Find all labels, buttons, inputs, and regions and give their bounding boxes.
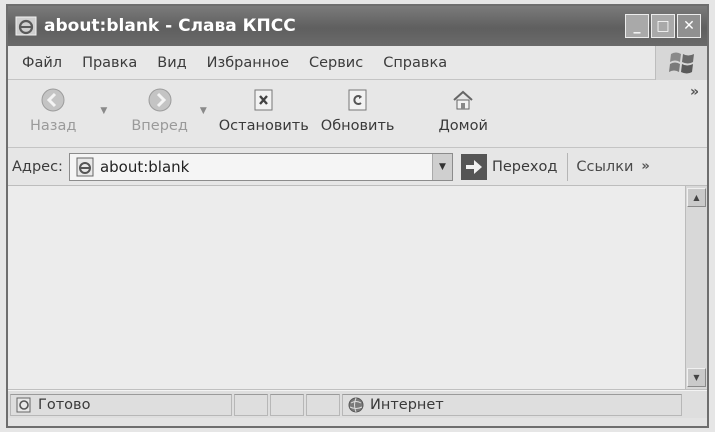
ie-icon (15, 16, 37, 36)
menu-edit[interactable]: Правка (72, 55, 147, 71)
minimize-button[interactable]: _ (625, 14, 649, 38)
title-bar[interactable]: about:blank - Слава КПСС _ □ ✕ (8, 6, 707, 46)
refresh-icon (348, 89, 367, 111)
status-text-cell: Готово (10, 393, 232, 416)
page-content-area[interactable]: ▲ ▼ (8, 186, 707, 390)
stop-label: Остановить (218, 118, 309, 134)
menu-file[interactable]: Файл (12, 55, 72, 71)
stop-icon (254, 89, 273, 111)
forward-button[interactable]: Вперед (131, 86, 188, 134)
home-button[interactable]: Домой (438, 86, 488, 134)
status-cell-progress (234, 393, 268, 416)
links-button[interactable]: Ссылки (576, 159, 633, 175)
status-cell-lock (270, 393, 304, 416)
address-separator (567, 152, 569, 181)
stop-button[interactable]: Остановить (219, 86, 309, 134)
status-zone: Интернет (370, 396, 444, 413)
vertical-scrollbar[interactable]: ▲ ▼ (685, 186, 707, 389)
menu-view[interactable]: Вид (147, 55, 196, 71)
page-status-icon (16, 397, 31, 412)
forward-dropdown-arrow[interactable]: ▼ (200, 106, 207, 116)
back-label: Назад (30, 118, 77, 134)
address-bar: Адрес: ▼ Переход Ссылки » (8, 148, 707, 186)
forward-label: Вперед (131, 118, 188, 134)
menu-help[interactable]: Справка (373, 55, 457, 71)
refresh-button[interactable]: Обновить (320, 86, 395, 134)
globe-icon (348, 397, 364, 412)
window-title: about:blank - Слава КПСС (44, 16, 296, 36)
status-text: Готово (38, 396, 91, 413)
scroll-up-button[interactable]: ▲ (687, 188, 706, 207)
menu-bar: Файл Правка Вид Избранное Сервис Справка (8, 46, 707, 80)
go-label: Переход (491, 158, 558, 175)
home-label: Домой (438, 118, 488, 134)
address-box: ▼ (68, 152, 453, 181)
window-controls: _ □ ✕ (625, 14, 701, 38)
scroll-down-button[interactable]: ▼ (687, 368, 706, 387)
close-button[interactable]: ✕ (677, 14, 701, 38)
toolbar: Назад ▼ Вперед ▼ Остановить Обновить Дом… (8, 80, 707, 148)
windows-flag-icon (668, 52, 694, 74)
windows-logo (655, 46, 707, 80)
status-bar: Готово Интернет (8, 390, 707, 418)
links-more-chevron[interactable]: » (641, 159, 649, 174)
home-icon (453, 90, 473, 110)
menu-favorites[interactable]: Избранное (197, 55, 299, 71)
status-zone-cell: Интернет (342, 393, 682, 416)
address-input[interactable] (99, 157, 400, 176)
page-icon (76, 157, 94, 176)
back-arrow-icon (41, 88, 65, 112)
back-dropdown-arrow[interactable]: ▼ (100, 106, 107, 116)
status-cell-misc (306, 393, 340, 416)
address-label: Адрес: (12, 158, 63, 175)
forward-arrow-icon (148, 88, 172, 112)
toolbar-more-chevron[interactable]: » (690, 84, 699, 100)
browser-window: about:blank - Слава КПСС _ □ ✕ Файл Прав… (6, 4, 709, 428)
back-button[interactable]: Назад (30, 86, 76, 134)
go-arrow-icon (460, 153, 487, 180)
refresh-label: Обновить (320, 118, 395, 134)
menu-tools[interactable]: Сервис (299, 55, 373, 71)
maximize-button[interactable]: □ (651, 14, 675, 38)
address-dropdown-button[interactable]: ▼ (431, 153, 452, 180)
go-button[interactable]: Переход (460, 153, 558, 180)
